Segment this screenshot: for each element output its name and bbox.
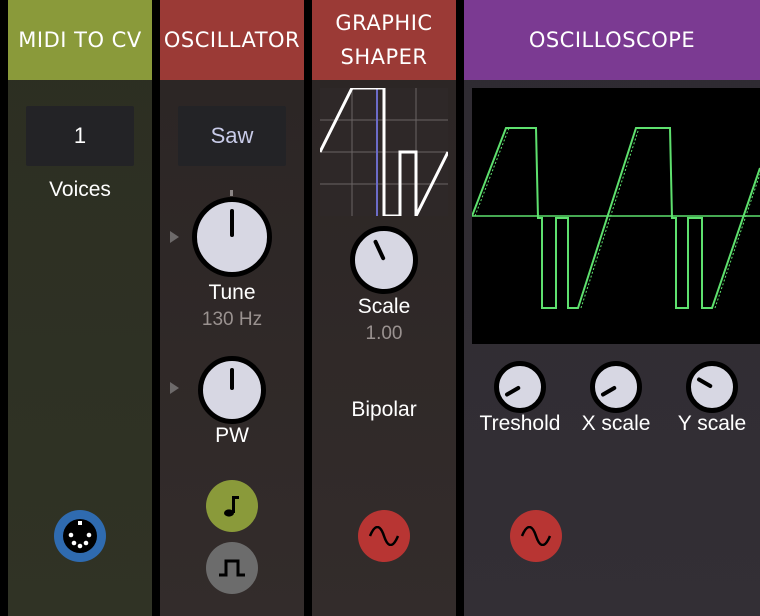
- knob-indicator: [600, 385, 617, 398]
- tune-modulation-arrow[interactable]: [170, 231, 179, 243]
- sine-wave-icon[interactable]: [358, 510, 410, 562]
- mode-toggle[interactable]: Bipolar: [312, 398, 456, 422]
- oscillator-module: OSCILLATOR Saw Tune 130 Hz PW: [160, 0, 304, 616]
- tune-value: 130 Hz: [201, 309, 263, 330]
- square-wave-icon[interactable]: [206, 542, 258, 594]
- module-header[interactable]: GRAPHIC SHAPER: [312, 0, 456, 80]
- oscilloscope-module: OSCILLOSCOPE Treshold X scale Y scale: [464, 0, 760, 616]
- module-header[interactable]: MIDI TO CV: [8, 0, 152, 80]
- threshold-label: Treshold: [479, 412, 561, 435]
- pw-modulation-arrow[interactable]: [170, 382, 179, 394]
- waveform-selector[interactable]: Saw: [178, 106, 286, 166]
- module-title: OSCILLATOR: [163, 28, 301, 52]
- y-scale-knob[interactable]: [686, 361, 738, 413]
- module-header[interactable]: OSCILLOSCOPE: [464, 0, 760, 80]
- voices-display[interactable]: 1: [26, 106, 134, 166]
- graphic-shaper-module: GRAPHIC SHAPER Scale 1.00 Bipolar: [312, 0, 456, 616]
- knob-indicator: [504, 385, 521, 398]
- midi-din-icon[interactable]: [54, 510, 106, 562]
- knob-indicator: [230, 209, 234, 237]
- x-scale-knob[interactable]: [590, 361, 642, 413]
- knob-indicator: [372, 239, 386, 261]
- shaper-curve-display[interactable]: [320, 88, 448, 216]
- module-title: MIDI TO CV: [18, 28, 142, 52]
- scale-knob[interactable]: [350, 226, 418, 294]
- y-scale-label: Y scale: [677, 412, 747, 435]
- module-title: OSCILLOSCOPE: [528, 28, 696, 52]
- module-title-line-2: SHAPER: [340, 45, 428, 69]
- scale-label: Scale: [357, 295, 411, 318]
- knob-indicator: [230, 368, 234, 390]
- x-scale-label: X scale: [581, 412, 651, 435]
- voices-label: Voices: [49, 178, 111, 201]
- knob-indicator: [696, 376, 713, 389]
- module-title-line-1: GRAPHIC: [335, 11, 433, 35]
- sine-wave-icon[interactable]: [510, 510, 562, 562]
- tune-knob[interactable]: [192, 197, 272, 277]
- threshold-knob[interactable]: [494, 361, 546, 413]
- pw-knob[interactable]: [198, 356, 266, 424]
- tune-range-tick: [230, 190, 233, 196]
- midi-to-cv-module: MIDI TO CV 1 Voices: [8, 0, 152, 616]
- oscilloscope-display[interactable]: [472, 88, 760, 344]
- module-header[interactable]: OSCILLATOR: [160, 0, 304, 80]
- scale-value: 1.00: [365, 323, 403, 344]
- pw-label: PW: [215, 424, 249, 447]
- tune-label: Tune: [208, 281, 256, 304]
- music-note-icon[interactable]: [206, 480, 258, 532]
